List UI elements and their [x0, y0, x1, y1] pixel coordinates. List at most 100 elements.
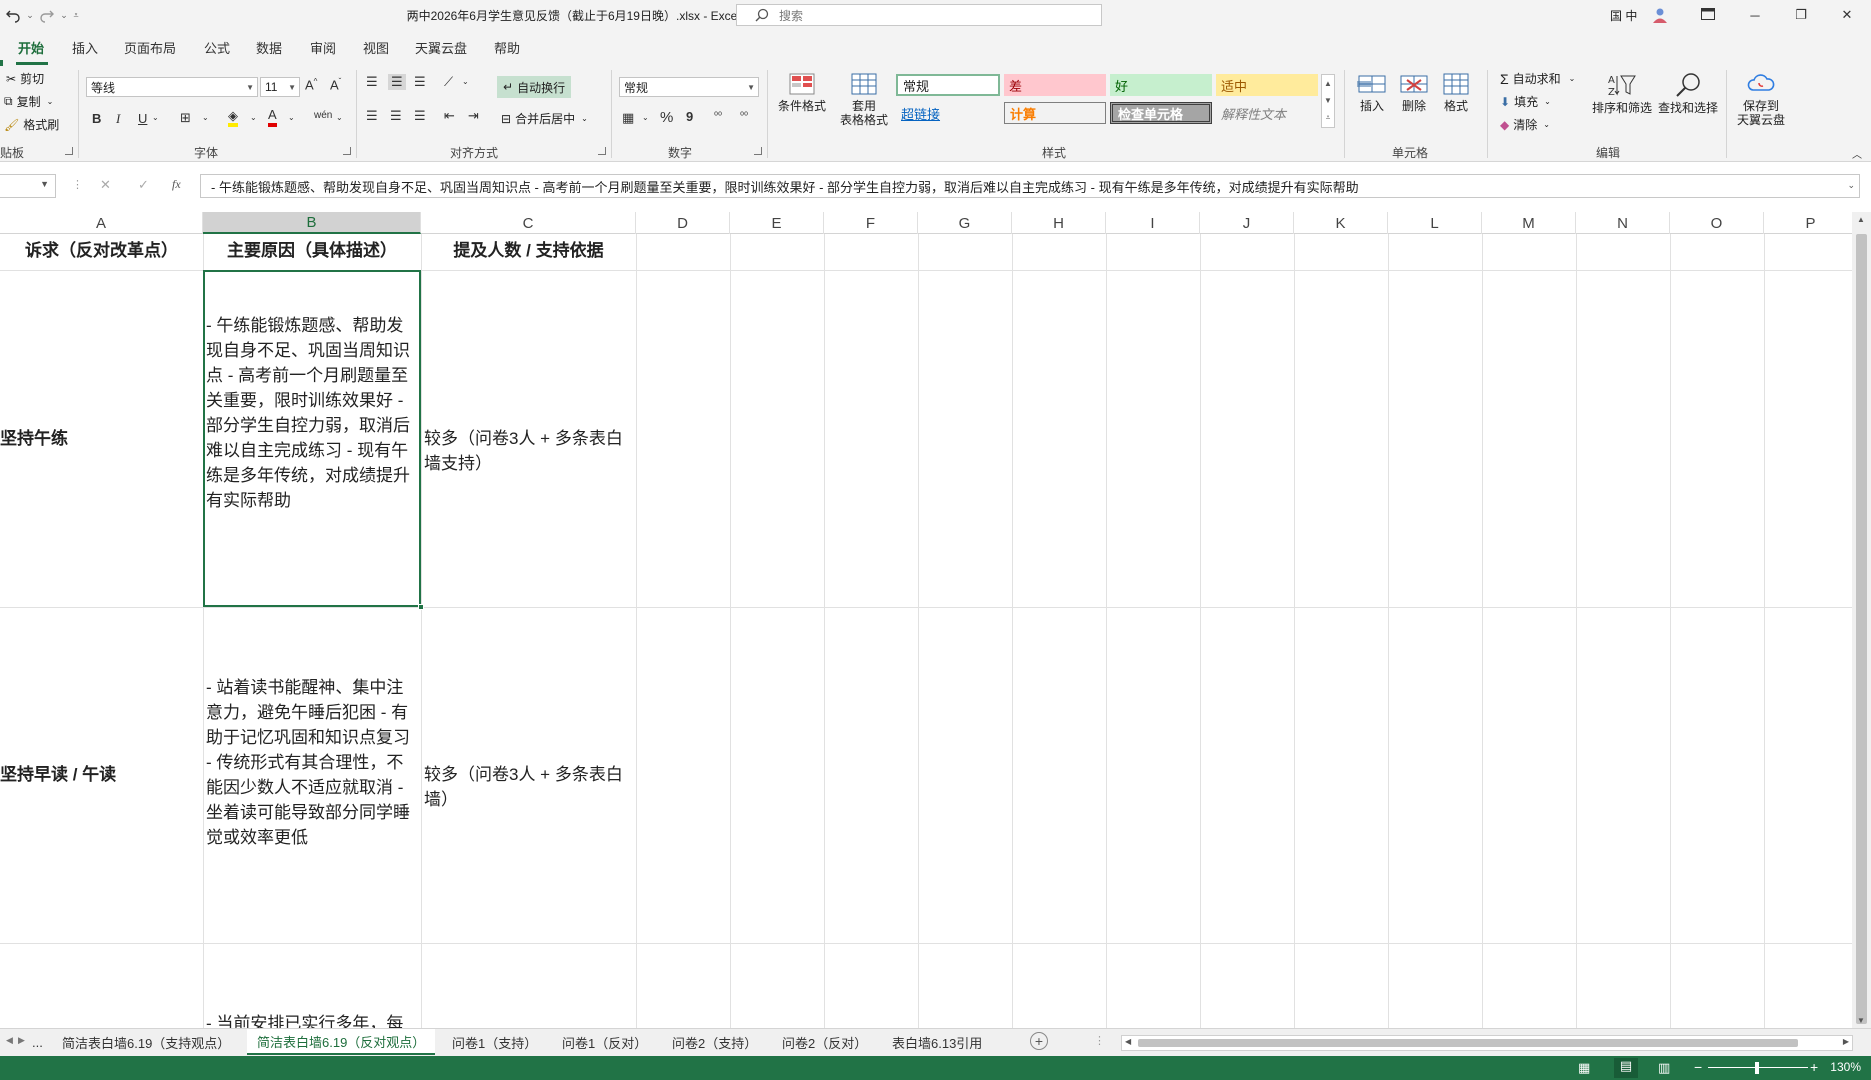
column-header-p[interactable]: P [1764, 212, 1852, 234]
underline-icon[interactable]: U [138, 111, 147, 126]
tab-page-layout[interactable]: 页面布局 [124, 38, 176, 57]
fill-button[interactable]: ⬇ 填充 ⌄ [1500, 93, 1551, 110]
insert-cells-button[interactable]: 插入 [1354, 72, 1390, 113]
column-header-f[interactable]: F [824, 212, 918, 234]
ribbon-display-icon[interactable] [1701, 7, 1716, 23]
normal-view-icon[interactable]: ▦ [1578, 1060, 1590, 1076]
font-color-icon[interactable]: A [268, 107, 277, 127]
cancel-entry-icon[interactable]: ✕ [100, 177, 111, 193]
scroll-right-icon[interactable]: ▶ [1843, 1037, 1849, 1046]
clipboard-launcher-icon[interactable] [65, 147, 73, 155]
comma-style-icon[interactable]: 9 [686, 109, 693, 124]
find-select-button[interactable]: 查找和选择 [1656, 72, 1720, 115]
restore-icon[interactable]: ❐ [1778, 0, 1824, 30]
orientation-icon[interactable]: ⟋ [444, 74, 453, 90]
font-size-select[interactable]: 11 ▼ [260, 77, 300, 97]
tab-tianyi-cloud[interactable]: 天翼云盘 [415, 38, 467, 57]
tab-home[interactable]: 开始 [18, 38, 44, 57]
cell-b3[interactable]: - 站着读书能醒神、集中注意力，避免午睡后犯困 - 有助于记忆巩固和知识点复习 … [206, 675, 420, 850]
expand-formula-icon[interactable]: ⌄ [1847, 180, 1855, 191]
fill-color-dropdown-icon[interactable]: ⌄ [250, 113, 257, 122]
save-to-cloud-button[interactable]: 保存到 天翼云盘 [1732, 72, 1790, 127]
style-normal[interactable]: 常规 [896, 74, 1000, 96]
increase-font-icon[interactable]: A^ [305, 77, 317, 92]
number-format-select[interactable]: 常规 ▼ [619, 77, 759, 97]
zoom-level[interactable]: 130% [1830, 1060, 1861, 1074]
column-header-c[interactable]: C [421, 212, 636, 234]
sheet-tab-1[interactable]: 简洁表白墙6.19（支持观点） [52, 1029, 240, 1055]
autosum-button[interactable]: Σ 自动求和 ⌄ [1500, 70, 1575, 87]
zoom-slider-thumb[interactable] [1755, 1062, 1759, 1074]
style-calc[interactable]: 计算 [1004, 102, 1106, 124]
style-check-cell[interactable]: 检查单元格 [1110, 102, 1212, 124]
decrease-decimal-icon[interactable]: ⁰⁰ [740, 111, 748, 122]
ime-indicator[interactable]: 国 中 [1610, 7, 1637, 24]
vertical-scroll-thumb[interactable] [1856, 234, 1867, 1024]
decrease-indent-icon[interactable]: ⇤ [444, 108, 455, 124]
close-icon[interactable]: ✕ [1824, 0, 1870, 30]
phonetic-icon[interactable]: wén [314, 110, 332, 121]
page-layout-view-icon[interactable]: ▤ [1614, 1058, 1638, 1078]
cut-button[interactable]: ✂ 剪切 [6, 70, 44, 87]
sheet-tab-5[interactable]: 问卷2（支持） [662, 1029, 767, 1055]
italic-icon[interactable]: I [116, 111, 120, 127]
cell-a1[interactable]: 诉求（反对改革点） [0, 238, 203, 263]
decrease-font-icon[interactable]: Aˇ [330, 77, 341, 92]
align-middle-icon[interactable]: ☰ [388, 74, 406, 90]
column-header-a[interactable]: A [0, 212, 203, 234]
column-header-m[interactable]: M [1482, 212, 1576, 234]
sheet-tab-6[interactable]: 问卷2（反对） [772, 1029, 877, 1055]
name-box[interactable]: ▼ [0, 174, 56, 198]
horizontal-scrollbar[interactable]: ◀ ▶ [1121, 1035, 1853, 1051]
alignment-launcher-icon[interactable] [598, 147, 606, 155]
sheet-tab-4[interactable]: 问卷1（反对） [552, 1029, 657, 1055]
sheet-tab-3[interactable]: 问卷1（支持） [442, 1029, 547, 1055]
align-bottom-icon[interactable]: ☰ [414, 74, 426, 90]
tab-data[interactable]: 数据 [256, 38, 282, 57]
tab-formulas[interactable]: 公式 [204, 38, 230, 57]
collapse-ribbon-icon[interactable]: ︿ [1852, 146, 1862, 161]
font-color-dropdown-icon[interactable]: ⌄ [288, 113, 295, 122]
cell-c1[interactable]: 提及人数 / 支持依据 [421, 238, 636, 263]
font-launcher-icon[interactable] [343, 147, 351, 155]
sheet-tab-more[interactable]: ... [22, 1029, 53, 1055]
insert-function-icon[interactable]: fx [172, 177, 181, 192]
zoom-out-icon[interactable]: − [1694, 1059, 1702, 1075]
cell-b4[interactable]: - 当前安排已实行多年，每届学生都适应并取得好 [206, 1011, 420, 1028]
tab-split-grip-icon[interactable]: ⋮ [1094, 1034, 1105, 1047]
wrap-text-button[interactable]: ↵ 自动换行 [497, 76, 572, 98]
clear-button[interactable]: ◆ 清除 ⌄ [1500, 116, 1550, 133]
prev-sheet-icon[interactable]: ◀ [6, 1035, 13, 1046]
column-header-b[interactable]: B [203, 212, 421, 234]
add-sheet-icon[interactable]: + [1030, 1032, 1048, 1050]
orientation-dropdown-icon[interactable]: ⌄ [462, 77, 469, 86]
align-top-icon[interactable]: ☰ [366, 74, 378, 90]
cell-a3[interactable]: 坚持早读 / 午读 [0, 762, 203, 787]
sheet-tab-2-active[interactable]: 简洁表白墙6.19（反对观点） [247, 1029, 436, 1055]
column-header-i[interactable]: I [1106, 212, 1200, 234]
cell-area[interactable]: 诉求（反对改革点） 主要原因（具体描述） 提及人数 / 支持依据 坚持午练 - … [0, 234, 1852, 1028]
style-hyperlink[interactable]: 超链接 [896, 102, 1000, 124]
page-break-view-icon[interactable]: ▥ [1658, 1060, 1670, 1076]
formula-input[interactable]: - 午练能锻炼题感、帮助发现自身不足、巩固当周知识点 - 高考前一个月刷题量至关… [200, 174, 1860, 198]
cell-c3[interactable]: 较多（问卷3人 + 多条表白墙） [424, 762, 634, 812]
increase-indent-icon[interactable]: ⇥ [468, 108, 479, 124]
increase-decimal-icon[interactable]: ⁰⁰ [714, 111, 722, 122]
cell-a2[interactable]: 坚持午练 [0, 426, 203, 451]
column-header-o[interactable]: O [1670, 212, 1764, 234]
percent-icon[interactable]: % [660, 109, 673, 126]
bold-icon[interactable]: B [92, 111, 101, 126]
style-good[interactable]: 好 [1110, 74, 1212, 96]
format-cells-button[interactable]: 格式 [1438, 72, 1474, 113]
conditional-format-button[interactable]: 条件格式 [776, 72, 828, 113]
scroll-down-icon[interactable]: ▼ [1857, 1016, 1865, 1025]
name-box-dropdown-icon[interactable]: ▼ [40, 179, 49, 189]
fill-color-icon[interactable]: ◈ [228, 109, 238, 127]
tab-help[interactable]: 帮助 [494, 38, 520, 57]
tab-insert[interactable]: 插入 [72, 38, 98, 57]
confirm-entry-icon[interactable]: ✓ [138, 177, 149, 193]
tab-review[interactable]: 审阅 [310, 38, 336, 57]
column-header-k[interactable]: K [1294, 212, 1388, 234]
column-header-j[interactable]: J [1200, 212, 1294, 234]
sheet-tab-7[interactable]: 表白墙6.13引用 [882, 1029, 992, 1055]
